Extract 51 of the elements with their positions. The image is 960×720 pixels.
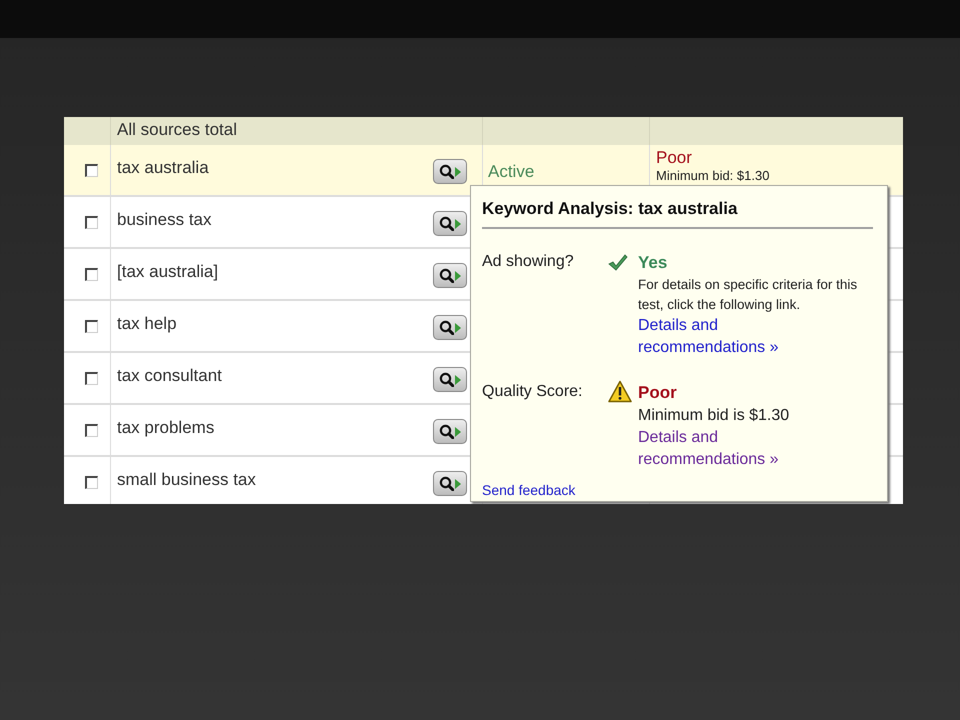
analyze-button[interactable] — [433, 211, 467, 236]
triangle-icon — [455, 218, 461, 228]
triangle-icon — [455, 166, 461, 176]
keyword-cell: tax consultant — [117, 366, 222, 386]
warning-icon — [608, 380, 632, 403]
analyze-button[interactable] — [433, 367, 467, 392]
checkbox[interactable] — [85, 164, 98, 177]
triangle-icon — [455, 270, 461, 280]
search-icon — [439, 164, 454, 179]
total-label: All sources total — [116, 119, 238, 141]
checkbox[interactable] — [85, 268, 98, 281]
search-icon — [439, 268, 454, 283]
analyze-button[interactable] — [433, 419, 467, 444]
checkbox[interactable] — [85, 476, 98, 489]
keyword-cell: small business tax — [117, 470, 256, 490]
criteria-label: Quality Score: — [482, 383, 584, 402]
keyword-cell: [tax australia] — [117, 262, 218, 282]
quality-score: Poor — [656, 148, 692, 168]
analyze-button[interactable] — [433, 263, 467, 288]
criteria-description: For details on specific criteria for this test, click the following link. — [638, 276, 858, 314]
status-cell: Active — [488, 162, 534, 182]
feedback-link[interactable]: Send feedback — [482, 479, 662, 501]
triangle-icon — [455, 478, 461, 488]
triangle-icon — [455, 322, 461, 332]
search-icon — [439, 320, 454, 335]
keyword-cell: tax help — [117, 314, 177, 334]
checkbox[interactable] — [85, 372, 98, 385]
criteria-label: Ad showing? — [482, 253, 575, 272]
keyword-cell: tax problems — [117, 418, 214, 438]
details-link[interactable]: Details and recommendations » — [638, 427, 818, 471]
search-icon — [439, 476, 454, 491]
checkbox[interactable] — [85, 320, 98, 333]
minimum-bid-note: Minimum bid: $1.30 — [656, 168, 770, 183]
search-icon — [439, 424, 454, 439]
analyze-button[interactable] — [433, 471, 467, 496]
triangle-icon — [455, 426, 461, 436]
criteria-value: Poor — [638, 383, 678, 403]
keyword-cell: tax australia — [117, 158, 209, 178]
details-link[interactable]: Details and recommendations » — [638, 315, 818, 359]
popup-title: Keyword Analysis: tax australia — [482, 199, 873, 229]
analyze-button[interactable] — [433, 315, 467, 340]
criteria-description: Minimum bid is $1.30 — [638, 406, 790, 426]
criteria-value: Yes — [638, 253, 668, 273]
checkbox[interactable] — [85, 216, 98, 229]
analyze-button[interactable] — [433, 159, 467, 184]
search-icon — [439, 372, 454, 387]
keyword-cell: business tax — [117, 210, 212, 230]
triangle-icon — [455, 374, 461, 384]
search-icon — [439, 216, 454, 231]
checkbox[interactable] — [85, 424, 98, 437]
checkmark-icon — [608, 253, 628, 271]
